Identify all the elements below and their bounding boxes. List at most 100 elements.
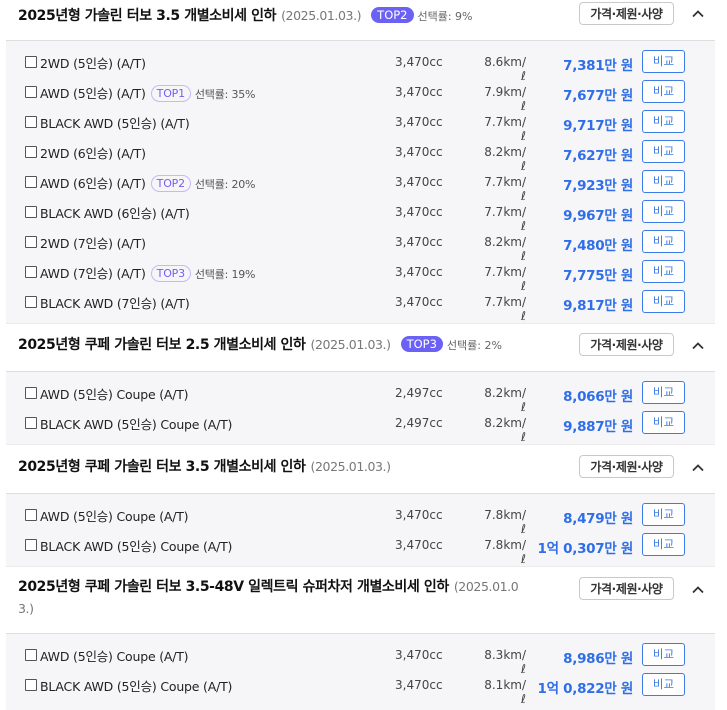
- trim-group-date: (2025.01.03.): [281, 8, 362, 23]
- displacement: 3,470cc: [395, 648, 443, 662]
- chevron-up-icon[interactable]: [688, 4, 708, 24]
- checkbox-icon[interactable]: [25, 417, 37, 429]
- fuel-economy: 8.2km/ℓ: [484, 145, 526, 173]
- trim-group-date: (2025.01.03.): [310, 459, 392, 474]
- trim-row: BLACK AWD (6인승) (A/T) 3,470cc 7.7km/ℓ 9,…: [6, 200, 715, 233]
- displacement: 3,470cc: [395, 265, 443, 279]
- trim-name: 2WD (6인승) (A/T): [40, 143, 146, 162]
- trim-row: BLACK AWD (5인승) (A/T) 3,470cc 7.7km/ℓ 9,…: [6, 110, 715, 143]
- trim-row: BLACK AWD (5인승) Coupe (A/T) 2,497cc 8.2k…: [6, 411, 715, 444]
- trim-label: 2WD (6인승) (A/T): [40, 146, 146, 161]
- displacement: 3,470cc: [395, 538, 443, 552]
- displacement: 3,470cc: [395, 235, 443, 249]
- compare-button[interactable]: 비교: [642, 290, 685, 313]
- chevron-up-icon[interactable]: [688, 458, 708, 478]
- checkbox-icon[interactable]: [25, 236, 37, 248]
- trim-list: AWD (5인승) Coupe (A/T) 3,470cc 8.3km/ℓ 8,…: [6, 633, 715, 710]
- trim-group-name: 2025년형 쿠페 가솔린 터보 3.5-48V 일렉트릭 슈퍼차저 개별소비세…: [18, 579, 449, 595]
- checkbox-icon[interactable]: [25, 509, 37, 521]
- trim-price: 7,775만 원: [563, 268, 633, 284]
- price-spec-button[interactable]: 가격·제원·사양: [579, 2, 674, 25]
- compare-button[interactable]: 비교: [642, 230, 685, 253]
- popularity-badge: TOP3: [400, 336, 443, 352]
- compare-button[interactable]: 비교: [642, 200, 685, 223]
- price-spec-button[interactable]: 가격·제원·사양: [579, 333, 674, 356]
- trim-row: AWD (7인승) (A/T) TOP3 선택률: 19% 3,470cc 7.7k…: [6, 260, 715, 293]
- selection-rate: 선택률: 2%: [446, 339, 502, 352]
- fuel-economy: 8.2km/ℓ: [484, 386, 526, 414]
- compare-button[interactable]: 비교: [642, 411, 685, 434]
- fuel-economy: 7.8km/ℓ: [484, 508, 526, 536]
- trim-row: BLACK AWD (5인승) Coupe (A/T) 3,470cc 7.8k…: [6, 533, 715, 566]
- trim-label: BLACK AWD (6인승) (A/T): [40, 206, 190, 221]
- checkbox-icon[interactable]: [25, 266, 37, 278]
- selection-rate: 선택률: 20%: [194, 178, 256, 191]
- compare-button[interactable]: 비교: [642, 260, 685, 283]
- trim-group-header: 2025년형 가솔린 터보 3.5 개별소비세 인하 (2025.01.03.) T…: [0, 0, 727, 40]
- fuel-economy: 7.7km/ℓ: [484, 265, 526, 293]
- displacement: 3,470cc: [395, 508, 443, 522]
- compare-button[interactable]: 비교: [642, 673, 685, 696]
- checkbox-icon[interactable]: [25, 387, 37, 399]
- price-spec-button[interactable]: 가격·제원·사양: [579, 577, 674, 600]
- fuel-economy: 7.7km/ℓ: [484, 115, 526, 143]
- displacement: 3,470cc: [395, 205, 443, 219]
- trim-price: 8,986만 원: [563, 651, 633, 667]
- trim-name: AWD (5인승) Coupe (A/T): [40, 646, 189, 665]
- chevron-up-icon[interactable]: [688, 580, 708, 600]
- displacement: 3,470cc: [395, 145, 443, 159]
- checkbox-icon[interactable]: [25, 296, 37, 308]
- compare-button[interactable]: 비교: [642, 140, 685, 163]
- trim-name: BLACK AWD (5인승) (A/T): [40, 113, 190, 132]
- trim-label: BLACK AWD (5인승) Coupe (A/T): [40, 539, 233, 554]
- trim-group-name: 2025년형 쿠페 가솔린 터보 3.5 개별소비세 인하: [18, 459, 306, 475]
- checkbox-icon[interactable]: [25, 206, 37, 218]
- fuel-economy: 8.2km/ℓ: [484, 235, 526, 263]
- trim-list: AWD (5인승) Coupe (A/T) 2,497cc 8.2km/ℓ 8,…: [6, 371, 715, 445]
- displacement: 3,470cc: [395, 85, 443, 99]
- checkbox-icon[interactable]: [25, 146, 37, 158]
- checkbox-icon[interactable]: [25, 649, 37, 661]
- compare-button[interactable]: 비교: [642, 170, 685, 193]
- trim-name: BLACK AWD (5인승) Coupe (A/T): [40, 676, 232, 695]
- trim-group-title: 2025년형 가솔린 터보 3.5 개별소비세 인하 (2025.01.03.) T…: [18, 5, 473, 25]
- compare-button[interactable]: 비교: [642, 80, 685, 103]
- checkbox-icon[interactable]: [25, 539, 37, 551]
- chevron-up-icon[interactable]: [688, 336, 708, 356]
- trim-label: BLACK AWD (7인승) (A/T): [40, 296, 190, 311]
- trim-price: 7,677만 원: [563, 88, 633, 104]
- displacement: 3,470cc: [395, 678, 443, 692]
- compare-button[interactable]: 비교: [642, 381, 685, 404]
- checkbox-icon[interactable]: [25, 56, 37, 68]
- compare-button[interactable]: 비교: [642, 50, 685, 73]
- trim-group-header: 2025년형 쿠페 가솔린 터보 2.5 개별소비세 인하 (2025.01.03…: [0, 323, 727, 371]
- trim-group-header: 2025년형 쿠페 가솔린 터보 3.5 개별소비세 인하 (2025.01.03…: [0, 444, 727, 493]
- trim-label: AWD (7인승) (A/T): [40, 266, 146, 281]
- compare-button[interactable]: 비교: [642, 643, 685, 666]
- trim-group-date-continued: 3.): [18, 601, 34, 616]
- displacement: 2,497cc: [395, 386, 443, 400]
- trim-name: AWD (5인승) Coupe (A/T): [40, 506, 189, 525]
- trim-price: 8,066만 원: [563, 389, 633, 405]
- displacement: 3,470cc: [395, 115, 443, 129]
- trim-group-title: 2025년형 쿠페 가솔린 터보 2.5 개별소비세 인하 (2025.01.03…: [18, 334, 502, 354]
- compare-button[interactable]: 비교: [642, 110, 685, 133]
- trim-name: 2WD (5인승) (A/T): [40, 53, 146, 72]
- trim-name: BLACK AWD (7인승) (A/T): [40, 293, 190, 312]
- trim-label: BLACK AWD (5인승) Coupe (A/T): [40, 417, 233, 432]
- checkbox-icon[interactable]: [25, 679, 37, 691]
- compare-button[interactable]: 비교: [642, 533, 685, 556]
- trim-name: BLACK AWD (5인승) Coupe (A/T): [40, 536, 232, 555]
- trim-price: 7,627만 원: [563, 148, 633, 164]
- checkbox-icon[interactable]: [25, 86, 37, 98]
- trim-row: AWD (5인승) (A/T) TOP1 선택률: 35% 3,470cc 7.9k…: [6, 80, 715, 113]
- displacement: 3,470cc: [395, 55, 443, 69]
- trim-label: BLACK AWD (5인승) Coupe (A/T): [40, 679, 233, 694]
- trim-row: 2WD (5인승) (A/T) 3,470cc 8.6km/ℓ 7,381만 원…: [6, 50, 715, 83]
- price-spec-button[interactable]: 가격·제원·사양: [579, 455, 674, 478]
- trim-price: 9,717만 원: [563, 118, 633, 134]
- checkbox-icon[interactable]: [25, 116, 37, 128]
- checkbox-icon[interactable]: [25, 176, 37, 188]
- trim-list: AWD (5인승) Coupe (A/T) 3,470cc 7.8km/ℓ 8,…: [6, 493, 715, 567]
- compare-button[interactable]: 비교: [642, 503, 685, 526]
